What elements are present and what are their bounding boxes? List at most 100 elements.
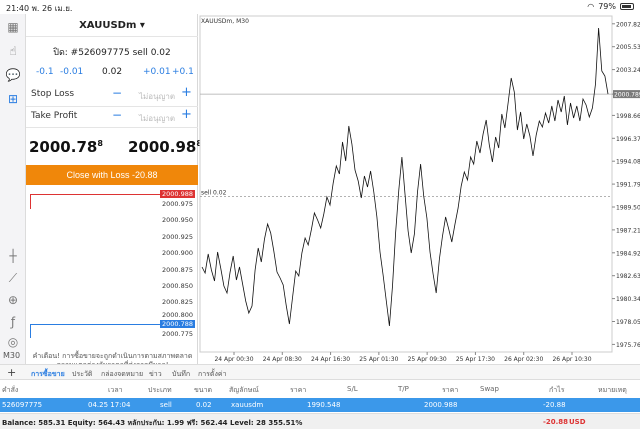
y-tick-label: 1987.210 <box>616 227 640 234</box>
crosshair-icon[interactable]: ┼ <box>4 247 22 265</box>
x-tick-label: 24 Apr 00:30 <box>214 356 253 363</box>
divider <box>26 36 198 37</box>
new-order-icon[interactable]: ⊞ <box>4 90 22 108</box>
bottom-tabs: + การซื้อขาย ประวัติ กล่องจดหมาย ข่าว บั… <box>0 364 640 383</box>
col-type: ประเภท <box>148 386 172 394</box>
price-chart[interactable]: 2007.820 2005.530 2003.240 2000.789 1998.660… <box>198 14 640 364</box>
chat-icon[interactable]: 💬 <box>4 66 22 84</box>
bid-ladder-label: 2000.788 <box>160 320 196 328</box>
y-tick-label: 2007.820 <box>616 21 640 28</box>
table-row[interactable]: 526097775 04.25 17:04 sell 0.02 xauusdm … <box>0 398 640 412</box>
y-tick-label: 1980.340 <box>616 296 640 303</box>
volume-minus-001[interactable]: -0.01 <box>60 67 83 77</box>
col-tp: T/P <box>398 385 409 393</box>
current-price-label: 2000.789 <box>614 92 640 99</box>
ladder-level: 2000.875 <box>162 266 194 274</box>
y-tick-label: 1996.370 <box>616 136 640 143</box>
trendline-icon[interactable]: ⟋ <box>4 269 22 287</box>
price-ladder: 2000.988 2000.975 2000.950 2000.925 2000… <box>26 187 198 343</box>
order-panel: XAUUSDm ▾ ปิด: #526097775 sell 0.02 -0.1… <box>26 14 202 369</box>
total-profit: -20.88 <box>543 418 569 426</box>
ladder-level: 2000.800 <box>162 311 194 319</box>
ask-marker <box>30 194 31 209</box>
cell-profit: -20.88 <box>543 401 566 409</box>
take-profit-label: Take Profit <box>31 111 78 121</box>
stop-loss-minus-button[interactable]: − <box>112 86 122 100</box>
plot-frame <box>199 15 613 353</box>
y-tick-label: 2003.240 <box>616 67 640 74</box>
take-profit-value[interactable]: ไม่อนุญาต <box>139 112 175 125</box>
currency: USD <box>569 418 586 426</box>
stop-loss-value[interactable]: ไม่อนุญาต <box>139 90 175 103</box>
cell-type: sell <box>160 401 172 409</box>
ask-line <box>30 194 160 195</box>
wifi-icon: ◠ <box>587 2 595 11</box>
indicator-icon[interactable]: ⊕ <box>4 291 22 309</box>
bid-price: 2000.788 <box>29 138 103 156</box>
col-time: เวลา <box>108 386 123 394</box>
chart-svg[interactable]: 2007.820 2005.530 2003.240 2000.789 1998.660… <box>198 14 640 364</box>
ladder-level: 2000.925 <box>162 233 194 241</box>
status-right: ◠ 79% <box>587 2 634 11</box>
tab-journal[interactable]: บันทึก <box>172 369 190 380</box>
ask-ladder-label: 2000.988 <box>160 190 196 198</box>
cell-time: 04.25 17:04 <box>88 401 131 409</box>
y-tick-label: 1975.760 <box>616 342 640 349</box>
ladder-level: 2000.825 <box>162 298 194 306</box>
stop-loss-plus-button[interactable]: + <box>181 85 192 100</box>
col-swap: Swap <box>480 385 499 393</box>
col-sl: S/L <box>347 385 358 393</box>
y-tick-label: 1984.920 <box>616 250 640 257</box>
objects-icon[interactable]: ◎ <box>4 333 22 351</box>
x-tick-label: 24 Apr 08:30 <box>263 356 302 363</box>
x-tick-label: 24 Apr 16:30 <box>311 356 350 363</box>
chart-icon[interactable]: ▦ <box>4 18 22 36</box>
volume-plus-001[interactable]: +0.01 <box>143 67 171 77</box>
x-tick-label: 26 Apr 10:30 <box>552 356 591 363</box>
col-current-price: ราคา <box>442 386 459 394</box>
y-tick-label: 1991.790 <box>616 182 640 189</box>
tab-history[interactable]: ประวัติ <box>72 369 92 380</box>
function-icon[interactable]: ƒ <box>4 313 22 331</box>
y-tick-label: 1982.630 <box>616 273 640 280</box>
y-tick-label: 2005.530 <box>616 44 640 51</box>
cell-order: 526097775 <box>2 401 43 409</box>
cell-open-price: 1990.548 <box>307 401 341 409</box>
volume-plus-01[interactable]: +0.1 <box>172 67 194 77</box>
x-tick-label: 25 Apr 01:30 <box>359 356 398 363</box>
battery-percent: 79% <box>598 2 616 11</box>
balance-bar: Balance: 585.31 Equity: 564.43 หลักประกั… <box>0 413 640 429</box>
col-volume: ขนาด <box>194 386 213 394</box>
ladder-level: 2000.850 <box>162 282 194 290</box>
chart-title: XAUUSDm, M30 <box>201 18 249 25</box>
y-tick-label: 1989.500 <box>616 205 640 212</box>
take-profit-plus-button[interactable]: + <box>181 107 192 122</box>
add-icon[interactable]: + <box>7 366 16 379</box>
cell-symbol: xauusdm <box>231 401 264 409</box>
volume-minus-01[interactable]: -0.1 <box>36 67 54 77</box>
divider <box>26 106 198 107</box>
y-tick-label: 1998.660 <box>616 113 640 120</box>
timeframe-label[interactable]: M30 <box>3 351 20 360</box>
symbol-selector[interactable]: XAUUSDm ▾ <box>26 20 198 31</box>
close-with-loss-button[interactable]: Close with Loss -20.88 <box>26 165 198 185</box>
x-tick-label: 25 Apr 17:30 <box>456 356 495 363</box>
ladder-level: 2000.775 <box>162 330 194 338</box>
y-tick-label: 1994.080 <box>616 159 640 166</box>
cell-volume: 0.02 <box>196 401 212 409</box>
volume-value[interactable]: 0.02 <box>102 67 122 77</box>
tab-mailbox[interactable]: กล่องจดหมาย <box>101 369 143 380</box>
cell-current-price: 2000.988 <box>424 401 458 409</box>
col-comment: หมายเหตุ <box>598 386 627 394</box>
cursor-icon[interactable]: ☝ <box>4 42 22 60</box>
tab-news[interactable]: ข่าว <box>149 369 162 380</box>
x-tick-label: 26 Apr 02:30 <box>504 356 543 363</box>
ladder-level: 2000.975 <box>162 200 194 208</box>
left-toolbar: ▦ ☝ 💬 ⊞ ┼ ⟋ ⊕ ƒ ◎ M30 <box>0 14 26 364</box>
take-profit-minus-button[interactable]: − <box>112 108 122 122</box>
col-price: ราคา <box>290 386 307 394</box>
tab-settings[interactable]: การตั้งค่า <box>198 369 227 380</box>
balance-text: Balance: 585.31 Equity: 564.43 หลักประกั… <box>2 419 303 427</box>
battery-icon <box>620 3 634 10</box>
order-line-label: sell 0.02 <box>201 190 227 197</box>
